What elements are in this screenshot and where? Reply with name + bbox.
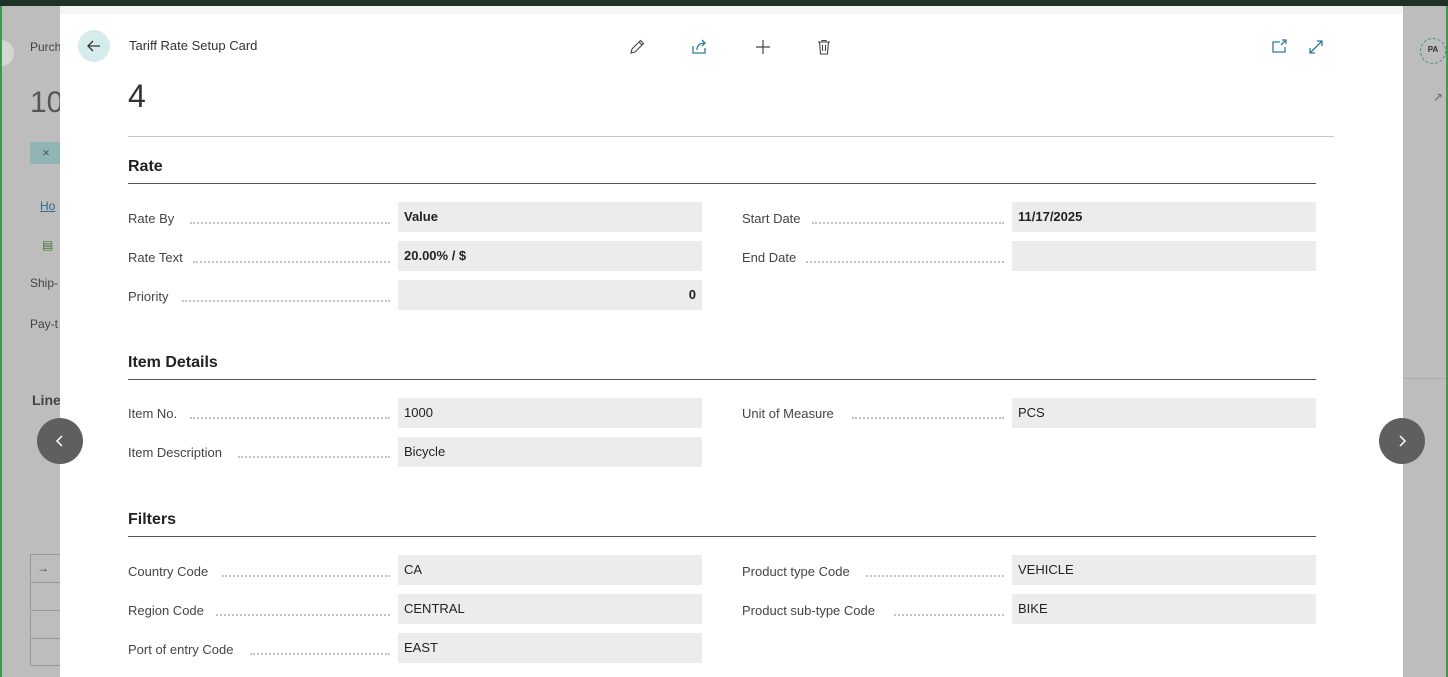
product-type-code-field[interactable]: VEHICLE — [1012, 555, 1316, 585]
leader-dots — [894, 614, 1004, 616]
background-action-icon: ▤ — [42, 238, 54, 252]
leader-dots — [238, 456, 390, 458]
rate-text-label: Rate Text — [128, 250, 183, 265]
pencil-icon — [630, 39, 645, 54]
trash-icon — [818, 39, 830, 55]
item-no-label: Item No. — [128, 406, 178, 421]
arrow-left-icon — [87, 40, 100, 52]
start-date-label: Start Date — [742, 211, 801, 226]
background-badge: PA — [1420, 38, 1446, 64]
expand-icon — [1309, 40, 1323, 54]
end-date-label: End Date — [742, 250, 797, 265]
leader-dots — [222, 575, 390, 577]
background-circle — [2, 40, 14, 66]
background-title: 10 — [30, 86, 60, 119]
priority-field[interactable]: 0 — [398, 280, 702, 310]
leader-dots — [193, 261, 390, 263]
port-of-entry-code-label: Port of entry Code — [128, 642, 234, 657]
background-pin-icon: ↗ — [1433, 90, 1444, 104]
breadcrumb: Tariff Rate Setup Card — [129, 38, 258, 53]
leader-dots — [812, 222, 1004, 224]
product-sub-type-code-label: Product sub-type Code — [742, 603, 875, 618]
edit-button[interactable] — [626, 36, 648, 58]
delete-button[interactable] — [813, 36, 835, 58]
next-record-button[interactable] — [1379, 418, 1425, 464]
background-ship-label: Ship- — [30, 276, 59, 290]
back-button[interactable] — [78, 30, 110, 62]
country-code-label: Country Code — [128, 564, 209, 579]
leader-dots — [806, 261, 1004, 263]
rate-by-field[interactable]: Value — [398, 202, 702, 232]
previous-record-button[interactable] — [37, 418, 83, 464]
region-code-label: Region Code — [128, 603, 204, 618]
background-grid-row: → — [31, 555, 60, 583]
item-no-field[interactable]: 1000 — [398, 398, 702, 428]
leader-dots — [852, 417, 1004, 419]
background-grid-row — [31, 583, 60, 611]
chevron-left-icon — [55, 435, 63, 447]
background-breadcrumb: Purch — [30, 40, 60, 54]
country-code-field[interactable]: CA — [398, 555, 702, 585]
background-divider — [1403, 378, 1446, 379]
priority-label: Priority — [128, 289, 169, 304]
share-icon — [692, 39, 706, 54]
background-left-panel: Purch 10 × Ho ▤ Ship- Pay-t Line → — [0, 6, 60, 677]
background-home-tab: Ho — [40, 199, 56, 213]
open-new-window-icon — [1272, 39, 1287, 53]
chevron-right-icon — [1399, 435, 1407, 447]
item-description-label: Item Description — [128, 445, 222, 460]
share-button[interactable] — [688, 36, 710, 58]
background-grid-row — [31, 639, 60, 667]
title-divider — [128, 136, 1334, 137]
background-grid-row — [31, 611, 60, 639]
leader-dots — [190, 222, 390, 224]
background-pay-label: Pay-t — [30, 317, 59, 331]
background-grid: → — [30, 554, 60, 666]
record-title: 4 — [128, 78, 146, 114]
leader-dots — [216, 614, 390, 616]
rate-by-label: Rate By — [128, 211, 175, 226]
rate-text-field[interactable]: 20.00% / $ — [398, 241, 702, 271]
section-title-item-details: Item Details — [128, 354, 218, 371]
expand-button[interactable] — [1305, 36, 1327, 58]
item-description-field[interactable]: Bicycle — [398, 437, 702, 467]
port-of-entry-code-field[interactable]: EAST — [398, 633, 702, 663]
section-divider-rate — [128, 183, 1316, 184]
section-title-filters: Filters — [128, 511, 177, 528]
section-title-rate: Rate — [128, 158, 163, 175]
background-lines-title: Line — [32, 392, 60, 408]
plus-icon — [756, 40, 770, 54]
new-button[interactable] — [752, 36, 774, 58]
background-close-button: × — [30, 142, 60, 164]
product-sub-type-code-field[interactable]: BIKE — [1012, 594, 1316, 624]
start-date-field[interactable]: 11/17/2025 — [1012, 202, 1316, 232]
end-date-field[interactable] — [1012, 241, 1316, 271]
leader-dots — [190, 417, 390, 419]
leader-dots — [250, 653, 390, 655]
section-divider-filters — [128, 536, 1316, 537]
background-right-panel: PA ↗ — [1403, 6, 1448, 677]
open-in-new-window-button[interactable] — [1268, 36, 1290, 58]
product-type-code-label: Product type Code — [742, 564, 850, 579]
leader-dots — [866, 575, 1004, 577]
unit-of-measure-field[interactable]: PCS — [1012, 398, 1316, 428]
section-divider-item-details — [128, 379, 1316, 380]
unit-of-measure-label: Unit of Measure — [742, 406, 834, 421]
region-code-field[interactable]: CENTRAL — [398, 594, 702, 624]
leader-dots — [182, 300, 390, 302]
